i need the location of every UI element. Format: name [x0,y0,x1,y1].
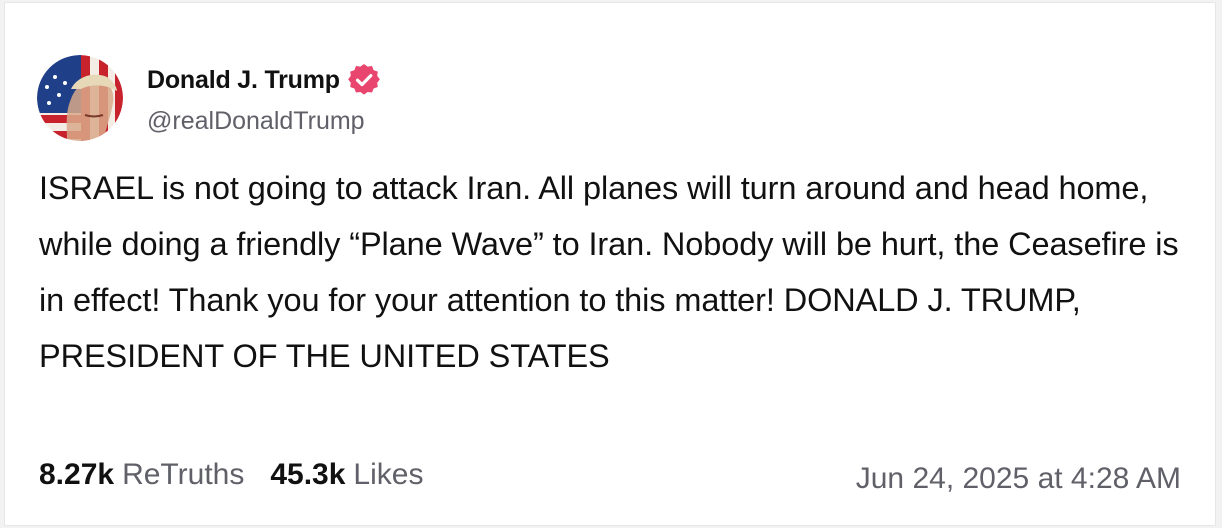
verified-badge-icon [347,64,380,96]
post-stats: 8.27k ReTruths 45.3k Likes [39,458,449,492]
likes-label: Likes [353,458,424,491]
retruths-stat[interactable]: 8.27k ReTruths [39,458,244,492]
author-display-name[interactable]: Donald J. Trump [147,66,340,95]
post-timestamp[interactable]: Jun 24, 2025 at 4:28 AM [856,462,1181,496]
retruths-count: 8.27k [39,458,115,491]
post-card: Donald J. Trump @realDonaldTrump ISRAEL … [4,2,1216,526]
retruths-label: ReTruths [122,458,245,491]
likes-count: 45.3k [270,458,346,491]
avatar[interactable] [37,55,123,141]
avatar-image [37,55,123,141]
likes-stat[interactable]: 45.3k Likes [270,458,423,492]
author-name-row: Donald J. Trump [147,63,380,97]
author-handle[interactable]: @realDonaldTrump [147,107,365,136]
post-text: ISRAEL is not going to attack Iran. All … [39,170,1179,374]
